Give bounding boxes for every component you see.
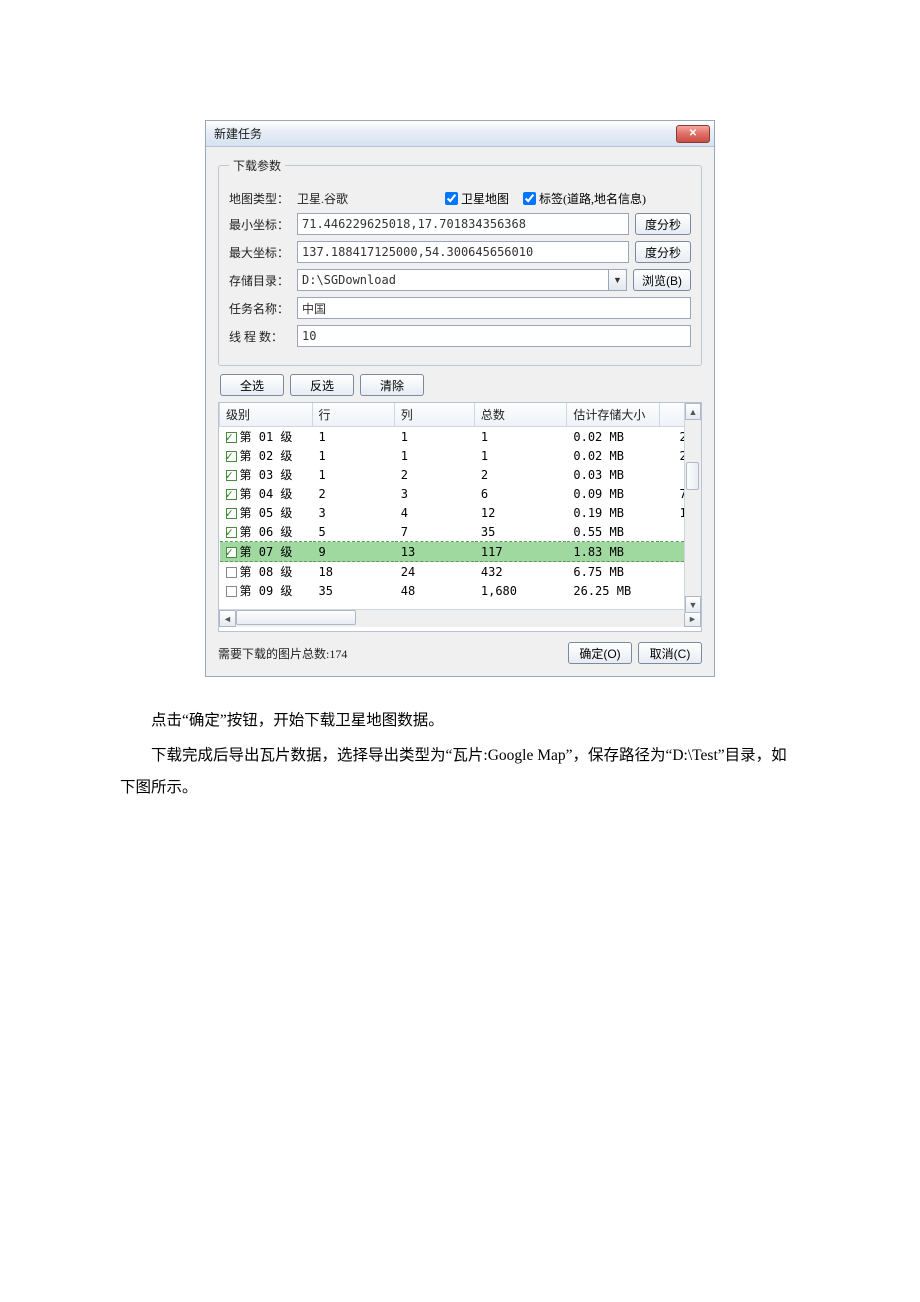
h-scroll-thumb[interactable] [236, 610, 356, 625]
save-dir-label: 存储目录： [229, 272, 297, 289]
row-checkbox[interactable] [226, 432, 237, 443]
map-type-value: 卫星.谷歌 [297, 190, 431, 207]
dms-button-2[interactable]: 度分秒 [635, 241, 691, 263]
table-row[interactable]: 第 07 级9131171.83 MB3 [220, 542, 701, 562]
threads-label: 线 程 数： [229, 328, 297, 345]
table-row[interactable]: 第 05 级34120.19 MB10 [220, 503, 701, 522]
satellite-map-checkbox[interactable]: 卫星地图 [445, 190, 509, 207]
threads-input[interactable] [297, 325, 691, 347]
col-size[interactable]: 估计存储大小 [567, 403, 660, 427]
select-all-button[interactable]: 全选 [220, 374, 284, 396]
col-col[interactable]: 列 [394, 403, 474, 427]
row-checkbox[interactable] [226, 508, 237, 519]
row-checkbox[interactable] [226, 547, 237, 558]
vertical-scrollbar[interactable]: ▲ ▼ [684, 403, 701, 613]
dms-button-1[interactable]: 度分秒 [635, 213, 691, 235]
max-coord-label: 最大坐标： [229, 244, 297, 261]
v-scroll-thumb[interactable] [686, 462, 699, 490]
cancel-button[interactable]: 取消(C) [638, 642, 702, 664]
scroll-down-icon[interactable]: ▼ [685, 596, 701, 613]
satellite-map-checkbox-input[interactable] [445, 192, 458, 205]
download-params-group: 下载参数 地图类型： 卫星.谷歌 卫星地图 标签(道路,地名信息) 最小坐标： [218, 157, 702, 366]
min-coord-label: 最小坐标： [229, 216, 297, 233]
map-type-label: 地图类型： [229, 190, 297, 207]
doc-paragraph-2: 下载完成后导出瓦片数据，选择导出类型为“瓦片:Google Map”，保存路径为… [120, 740, 800, 805]
table-row[interactable]: 第 08 级18244326.75 MB6 [220, 562, 701, 582]
labels-checkbox[interactable]: 标签(道路,地名信息) [523, 190, 646, 207]
table-row[interactable]: 第 06 级57350.55 MB1 [220, 522, 701, 542]
row-checkbox[interactable] [226, 527, 237, 538]
levels-table-container: 级别 行 列 总数 估计存储大小 第 01 级1110.02 MB25第 02 … [218, 402, 702, 632]
close-button[interactable]: ✕ [676, 125, 710, 143]
invert-select-button[interactable]: 反选 [290, 374, 354, 396]
doc-paragraph-1: 点击“确定”按钮，开始下载卫星地图数据。 [120, 705, 800, 738]
table-row[interactable]: 第 01 级1110.02 MB25 [220, 427, 701, 447]
browse-button[interactable]: 浏览(B) [633, 269, 691, 291]
row-checkbox[interactable] [226, 489, 237, 500]
table-row[interactable]: 第 03 级1220.03 MB5 [220, 465, 701, 484]
col-level[interactable]: 级别 [220, 403, 313, 427]
table-row[interactable]: 第 09 级35481,68026.25 MB1 [220, 581, 701, 600]
col-row[interactable]: 行 [312, 403, 394, 427]
row-checkbox[interactable] [226, 567, 237, 578]
task-name-label: 任务名称： [229, 300, 297, 317]
row-checkbox[interactable] [226, 451, 237, 462]
dialog-title: 新建任务 [214, 125, 676, 142]
row-checkbox[interactable] [226, 470, 237, 481]
table-row[interactable]: 第 02 级1110.02 MB25 [220, 446, 701, 465]
col-total[interactable]: 总数 [474, 403, 567, 427]
min-coord-input[interactable] [297, 213, 629, 235]
horizontal-scrollbar[interactable]: ◄ ► [219, 609, 701, 627]
row-checkbox[interactable] [226, 586, 237, 597]
levels-table[interactable]: 级别 行 列 总数 估计存储大小 第 01 级1110.02 MB25第 02 … [219, 403, 701, 600]
new-task-dialog: 新建任务 ✕ 下载参数 地图类型： 卫星.谷歌 卫星地图 标签(道路,地名信息) [205, 120, 715, 677]
download-count: 需要下载的图片总数:174 [218, 645, 562, 662]
labels-checkbox-input[interactable] [523, 192, 536, 205]
titlebar[interactable]: 新建任务 ✕ [206, 121, 714, 147]
groupbox-legend: 下载参数 [229, 157, 285, 174]
scroll-left-icon[interactable]: ◄ [219, 610, 236, 627]
ok-button[interactable]: 确定(O) [568, 642, 632, 664]
table-row[interactable]: 第 04 级2360.09 MB70 [220, 484, 701, 503]
clear-button[interactable]: 清除 [360, 374, 424, 396]
scroll-up-icon[interactable]: ▲ [685, 403, 701, 420]
max-coord-input[interactable] [297, 241, 629, 263]
save-dir-input[interactable] [297, 269, 627, 291]
task-name-input[interactable] [297, 297, 691, 319]
